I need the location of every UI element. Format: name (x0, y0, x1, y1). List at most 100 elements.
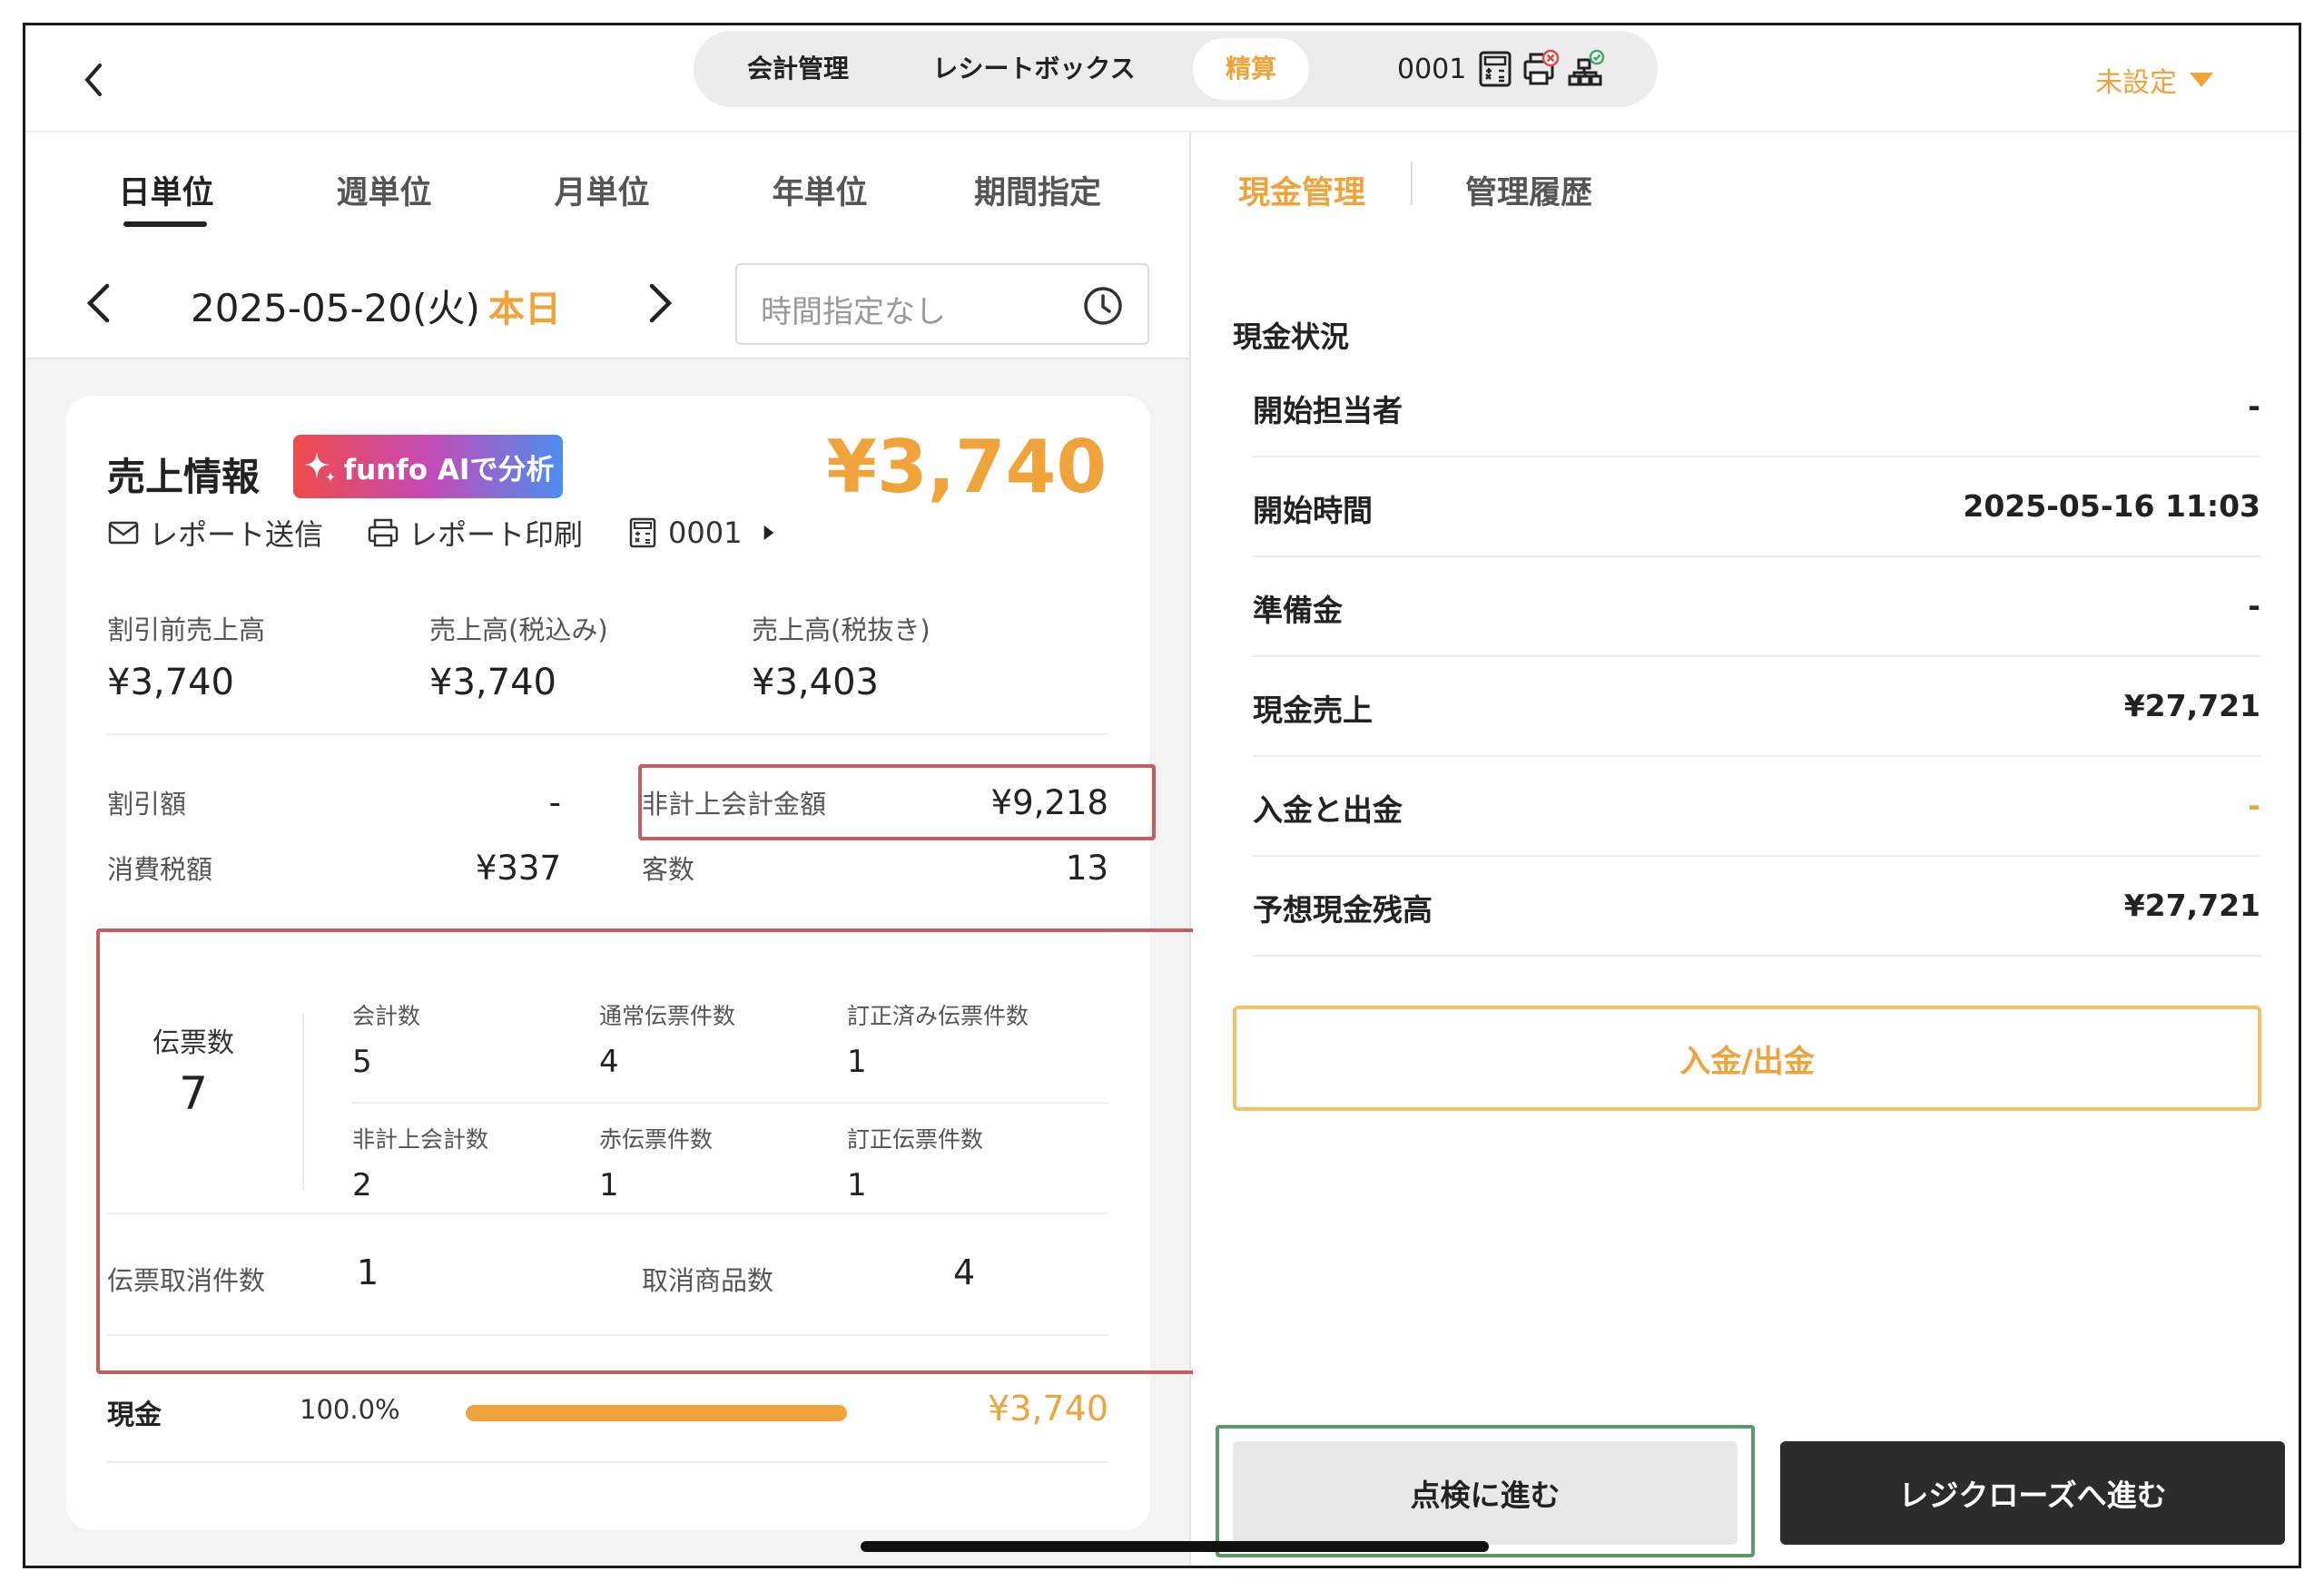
stat-label: 売上高(税抜き) (752, 614, 931, 645)
payment-method-name: 現金 (107, 1399, 162, 1431)
stat-value: ¥3,740 (429, 662, 556, 703)
register-selector[interactable]: 0001 (1397, 38, 1606, 100)
payment-share-bar-fill (466, 1405, 847, 1421)
payment-method-row: 現金 100.0% ¥3,740 (107, 1385, 1108, 1439)
inspect-button[interactable]: 点検に進む (1233, 1441, 1738, 1545)
stat-gross-sales: 割引前売上高 ¥3,740 (107, 609, 265, 703)
next-date-button[interactable] (634, 276, 688, 330)
stat-sales-tax-incl: 売上高(税込み) ¥3,740 (429, 609, 608, 703)
stat-label: 売上高(税込み) (429, 614, 608, 645)
cash-row-label: 現金売上 (1253, 692, 1373, 728)
sparkle-icon (303, 452, 335, 482)
stat-label: 割引前売上高 (107, 614, 266, 645)
period-header: 日単位 週単位 月単位 年単位 期間指定 2025-05-20(火) 本日 時間… (25, 133, 1189, 359)
cash-row-label: 準備金 (1253, 593, 1343, 628)
print-report-label: レポート印刷 (409, 517, 584, 552)
clock-icon (1084, 287, 1122, 325)
right-pane: 現金管理 管理履歴 現金状況 開始担当者 - 開始時間 2025-05-16 1… (1193, 133, 2299, 1566)
stat-value: ¥3,740 (107, 662, 234, 703)
discount-row: 割引額 - (107, 780, 561, 825)
ai-analysis-button[interactable]: funfo AIで分析 (293, 435, 563, 498)
payment-method-percent: 100.0% (300, 1394, 400, 1425)
sales-info-title: 売上情報 (107, 455, 261, 499)
cash-row-label: 開始時間 (1253, 493, 1373, 528)
cash-row: 入金と出金 - (1253, 757, 2260, 857)
tab-yearly[interactable]: 年単位 (738, 167, 901, 213)
cash-row: 予想現金残高 ¥27,721 (1253, 857, 2260, 957)
tab-management-history[interactable]: 管理履歴 (1465, 167, 1592, 213)
cash-row-value: - (2248, 588, 2260, 624)
stat-sales-tax-excl: 売上高(税抜き) ¥3,403 (752, 609, 931, 703)
cash-row-value: ¥27,721 (2123, 688, 2260, 723)
app-window: 会計管理 レシートボックス 精算 0001 未設定 日単位 週単位 月単位 年単… (23, 23, 2301, 1568)
send-report-label: レポート送信 (149, 517, 324, 552)
customer-count-row: 客数 13 (642, 845, 1108, 890)
cash-row: 開始担当者 - (1253, 358, 2260, 457)
caret-down-icon (2190, 73, 2213, 87)
segment-settlement[interactable]: 精算 (1193, 38, 1309, 100)
cash-row: 開始時間 2025-05-16 11:03 (1253, 457, 2260, 557)
left-pane: 日単位 週単位 月単位 年単位 期間指定 2025-05-20(火) 本日 時間… (25, 133, 1219, 1566)
register-number: 0001 (1397, 53, 1467, 85)
discount-value: - (548, 782, 561, 822)
tax-label: 消費税額 (107, 854, 213, 885)
cash-row-value: - (2248, 388, 2260, 424)
calculator-icon (1479, 51, 1512, 87)
discount-label: 割引額 (107, 789, 187, 820)
printer-icon (368, 518, 399, 547)
cash-row-label: 開始担当者 (1253, 393, 1403, 428)
mail-icon (108, 521, 139, 545)
tab-separator (1411, 162, 1413, 205)
register-select-button[interactable]: 0001 (626, 516, 780, 550)
tab-custom-period[interactable]: 期間指定 (956, 167, 1119, 213)
previous-date-button[interactable] (71, 276, 125, 330)
cash-row-label: 入金と出金 (1253, 792, 1403, 828)
tab-monthly[interactable]: 月単位 (520, 167, 684, 213)
cash-row: 現金売上 ¥27,721 (1253, 657, 2260, 757)
cash-row-value: - (2248, 788, 2260, 823)
home-indicator (861, 1541, 1489, 1552)
network-ok-icon (1568, 49, 1605, 86)
cash-status-title: 現金状況 (1233, 319, 1350, 354)
customer-count-value: 13 (1065, 848, 1108, 888)
tax-row: 消費税額 ¥337 (107, 845, 561, 890)
top-bar: 会計管理 レシートボックス 精算 0001 未設定 (25, 25, 2299, 133)
time-filter-input[interactable]: 時間指定なし (735, 263, 1149, 345)
printer-error-icon (1523, 49, 1560, 85)
register-close-button[interactable]: レジクローズへ進む (1780, 1441, 2285, 1545)
highlight-box (96, 928, 1219, 1374)
divider (107, 1461, 1108, 1463)
time-filter-placeholder: 時間指定なし (761, 294, 946, 330)
segment-receipt-box[interactable]: レシートボックス (907, 38, 1161, 100)
calculator-icon (629, 517, 656, 548)
send-report-button[interactable]: レポート送信 (107, 512, 323, 554)
payment-method-amount: ¥3,740 (988, 1389, 1108, 1429)
customer-count-label: 客数 (642, 854, 695, 885)
back-button[interactable] (66, 53, 121, 107)
current-date: 2025-05-20(火) (191, 286, 480, 330)
sales-info-card: 売上情報 funfo AIで分析 ¥3,740 レポート送信 レポート印刷 00… (66, 396, 1219, 1530)
cash-row-value: ¥27,721 (2123, 888, 2260, 923)
staff-dropdown-label: 未設定 (2095, 67, 2177, 99)
tab-cash-management[interactable]: 現金管理 (1238, 167, 1365, 213)
tax-value: ¥337 (475, 848, 561, 888)
payment-share-bar (466, 1405, 847, 1421)
tab-weekly[interactable]: 週単位 (302, 167, 466, 213)
today-label: 本日 (488, 289, 561, 330)
divider (107, 733, 1108, 735)
cash-row: 準備金 - (1253, 557, 2260, 657)
segmented-control: 会計管理 レシートボックス 精算 0001 (694, 31, 1658, 107)
segment-accounting[interactable]: 会計管理 (721, 38, 875, 100)
highlight-box (638, 764, 1156, 840)
stat-value: ¥3,403 (752, 662, 879, 703)
caret-right-icon (764, 525, 774, 540)
print-report-button[interactable]: レポート印刷 (367, 512, 583, 554)
staff-dropdown[interactable]: 未設定 (2095, 53, 2215, 107)
sales-total-amount: ¥3,740 (826, 425, 1107, 509)
chevron-left-icon (84, 64, 102, 96)
chevron-left-icon (86, 283, 110, 323)
cash-row-label: 予想現金残高 (1253, 892, 1433, 928)
tab-daily[interactable]: 日単位 (84, 167, 248, 213)
deposit-withdraw-button[interactable]: 入金/出金 (1233, 1006, 2261, 1111)
active-tab-indicator (123, 221, 207, 227)
